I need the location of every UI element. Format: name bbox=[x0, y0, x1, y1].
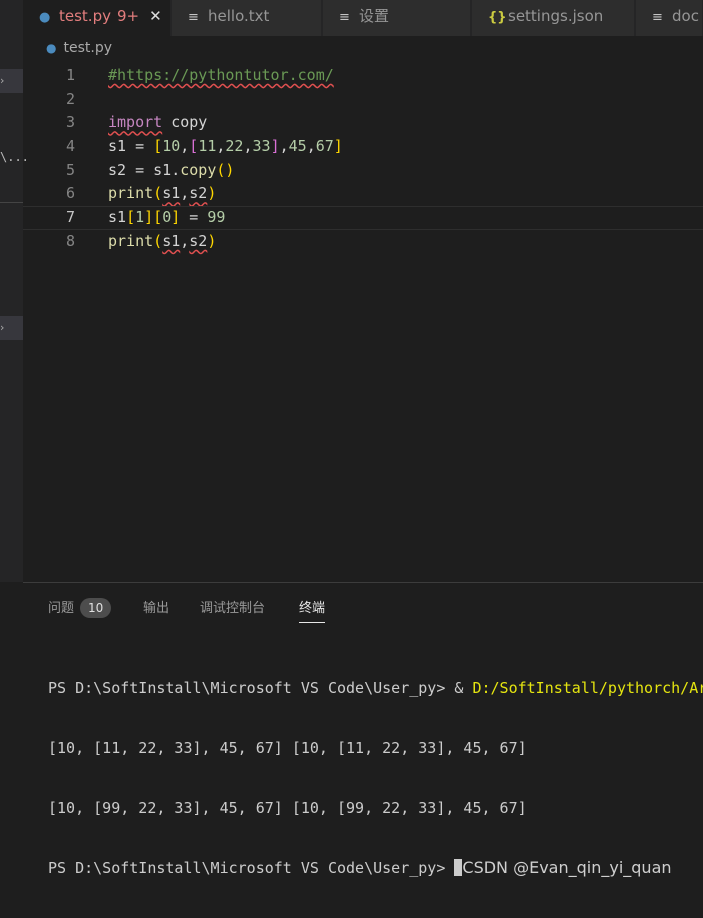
tab-label: settings.json bbox=[508, 7, 604, 25]
code-editor[interactable]: 1 #https://pythontutor.com/ 2 3 import cop… bbox=[23, 64, 703, 254]
line-number: 1 bbox=[65, 66, 75, 84]
terminal-prompt: PS D:\SoftInstall\Microsoft VS Code\User… bbox=[48, 859, 455, 877]
code-text: s1 = [10,[11,22,33],45,67] bbox=[108, 137, 343, 156]
panel-tab-label: 调试控制台 bbox=[200, 601, 266, 616]
panel-tab-label: 终端 bbox=[299, 601, 326, 616]
code-line[interactable]: 2 bbox=[23, 88, 703, 112]
tab-settings-json[interactable]: {}settings.json bbox=[472, 0, 635, 36]
line-number: 4 bbox=[65, 137, 75, 156]
tab-label: 设置 bbox=[359, 7, 390, 25]
terminal[interactable]: PS D:\SoftInstall\Microsoft VS Code\User… bbox=[48, 638, 703, 918]
line-number: 2 bbox=[65, 89, 75, 108]
panel-tab-terminal[interactable]: 终端 bbox=[299, 597, 326, 623]
python-icon: ● bbox=[46, 41, 57, 55]
code-line[interactable]: 1 #https://pythontutor.com/ bbox=[23, 64, 703, 88]
terminal-line: PS D:\SoftInstall\Microsoft VS Code\User… bbox=[48, 858, 703, 878]
close-icon[interactable]: ✕ bbox=[149, 7, 162, 25]
problems-count-badge: 10 bbox=[80, 598, 112, 618]
file-lines-icon: ≡ bbox=[188, 10, 199, 25]
terminal-command-path: D:/SoftInstall/pythorch/Ar bbox=[472, 679, 703, 697]
bottom-panel: 问题 10 输出 调试控制台 终端 PS D:\SoftInstall\Micro… bbox=[23, 582, 703, 877]
panel-tab-output[interactable]: 输出 bbox=[143, 597, 169, 616]
code-line[interactable]: 5 s2 = s1.copy() bbox=[23, 159, 703, 183]
tab-settings[interactable]: ≡ 设置 bbox=[323, 0, 471, 36]
code-line[interactable]: 4 s1 = [10,[11,22,33],45,67] bbox=[23, 135, 703, 159]
terminal-output: [10, [11, 22, 33], 45, 67] [10, [11, 22,… bbox=[48, 739, 527, 757]
line-number: 3 bbox=[65, 113, 75, 132]
code-line-current[interactable]: 7 s1[1][0] = 99 bbox=[23, 206, 703, 230]
tab-label: doc bbox=[672, 7, 699, 25]
line-number: 8 bbox=[65, 231, 75, 250]
code-text: print(s1,s2) bbox=[108, 184, 217, 203]
editor-tab-bar: ● test.py 9+ ✕ ≡ hello.txt ≡ 设置 {}settings.js… bbox=[23, 0, 703, 36]
terminal-line: [10, [11, 22, 33], 45, 67] [10, [11, 22,… bbox=[48, 738, 703, 758]
code-line[interactable]: 6 print(s1,s2) bbox=[23, 182, 703, 206]
panel-tab-problems[interactable]: 问题 10 bbox=[48, 597, 112, 618]
terminal-cursor bbox=[454, 859, 463, 876]
problems-badge: 9+ bbox=[116, 7, 140, 25]
code-text: #https://pythontutor.com/ bbox=[108, 66, 334, 84]
tab-label: test.py bbox=[59, 7, 111, 25]
tab-doc[interactable]: ≡ doc bbox=[636, 0, 703, 36]
breadcrumb-file: test.py bbox=[63, 40, 112, 56]
code-text: import copy bbox=[108, 113, 208, 132]
tab-test-py[interactable]: ● test.py 9+ ✕ bbox=[23, 0, 171, 36]
breadcrumb[interactable]: ● test.py bbox=[46, 40, 112, 56]
panel-tab-label: 输出 bbox=[143, 601, 170, 616]
terminal-output: [10, [99, 22, 33], 45, 67] [10, [99, 22,… bbox=[48, 799, 527, 817]
watermark-text: CSDN @Evan_qin_yi_quan bbox=[462, 858, 672, 877]
sidebar-chevron-icon[interactable]: › bbox=[0, 316, 23, 340]
terminal-command-prefix: & bbox=[454, 679, 473, 697]
sidebar-chevron-icon[interactable]: › bbox=[0, 69, 23, 93]
side-bar: › \... › bbox=[0, 0, 29, 582]
code-text: s2 = s1.copy() bbox=[108, 160, 235, 179]
line-number: 6 bbox=[65, 184, 75, 203]
code-line[interactable]: 3 import copy bbox=[23, 111, 703, 135]
sidebar-divider bbox=[0, 202, 23, 203]
panel-tab-label: 问题 bbox=[48, 601, 75, 616]
code-text: print(s1,s2) bbox=[108, 231, 217, 250]
line-number: 7 bbox=[65, 208, 75, 227]
terminal-line: PS D:\SoftInstall\Microsoft VS Code\User… bbox=[48, 678, 703, 698]
terminal-prompt: PS D:\SoftInstall\Microsoft VS Code\User… bbox=[48, 679, 455, 697]
code-text: s1[1][0] = 99 bbox=[108, 208, 226, 227]
code-line[interactable]: 8 print(s1,s2) bbox=[23, 230, 703, 254]
python-icon: ● bbox=[39, 10, 51, 25]
tab-label: hello.txt bbox=[208, 7, 270, 25]
json-braces-icon: {} bbox=[488, 10, 507, 25]
line-number: 5 bbox=[65, 160, 75, 179]
file-lines-icon: ≡ bbox=[652, 10, 663, 25]
panel-tab-debug-console[interactable]: 调试控制台 bbox=[200, 597, 265, 616]
file-lines-icon: ≡ bbox=[339, 10, 350, 25]
tab-hello-txt[interactable]: ≡ hello.txt bbox=[172, 0, 322, 36]
terminal-line: [10, [99, 22, 33], 45, 67] [10, [99, 22,… bbox=[48, 798, 703, 818]
